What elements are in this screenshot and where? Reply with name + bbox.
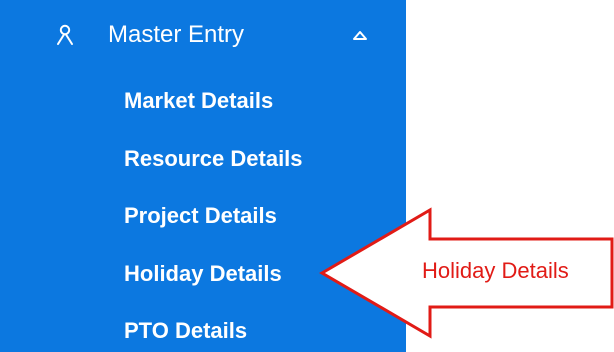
menu-item-market-details[interactable]: Market Details bbox=[0, 72, 406, 130]
menu-item-project-details[interactable]: Project Details bbox=[0, 187, 406, 245]
menu-item-resource-details[interactable]: Resource Details bbox=[0, 130, 406, 188]
menu-item-pto-details[interactable]: PTO Details bbox=[0, 302, 406, 352]
caret-up-icon[interactable] bbox=[352, 29, 368, 41]
master-entry-label: Master Entry bbox=[108, 21, 245, 48]
person-icon bbox=[57, 24, 73, 45]
master-entry-submenu: Market Details Resource Details Project … bbox=[0, 72, 406, 352]
menu-item-label: PTO Details bbox=[124, 318, 248, 344]
menu-item-label: Resource Details bbox=[124, 145, 303, 171]
annotation-label: Holiday Details bbox=[422, 258, 569, 283]
menu-item-label: Market Details bbox=[124, 88, 274, 113]
sidebar-menu: Master Entry Market Details Resource Det… bbox=[0, 0, 406, 352]
menu-item-label: Project Details bbox=[124, 203, 277, 229]
menu-item-label: Holiday Details bbox=[124, 260, 282, 286]
master-entry-menu-header[interactable]: Master Entry bbox=[0, 0, 406, 72]
menu-item-holiday-details[interactable]: Holiday Details bbox=[0, 245, 406, 303]
